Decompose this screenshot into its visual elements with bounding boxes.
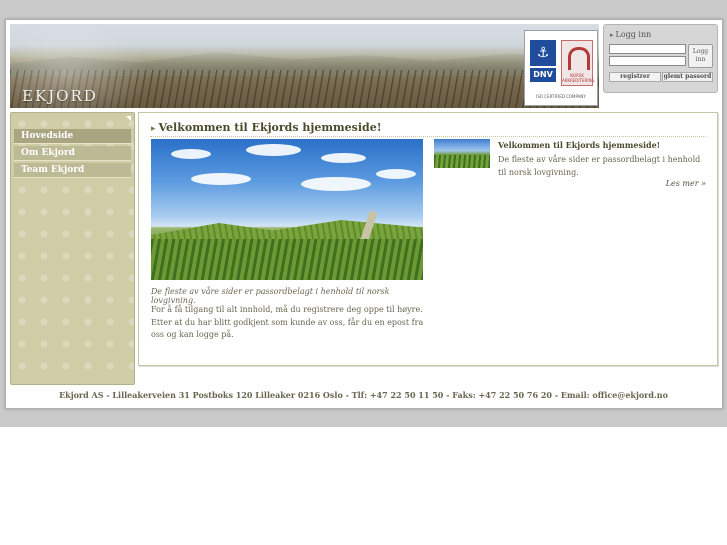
dnv-ship-icon: ⚓ [530,40,556,66]
accreditation-icon [568,47,590,70]
sidebar-item-label: Hovedside [21,131,74,141]
sidebar-item-label: Team Ekjord [21,165,85,175]
cloud-shape [246,144,301,156]
cloud-shape [171,149,211,159]
login-title: Logg inn [610,30,652,39]
dnv-label: DNV [530,68,556,82]
cloud-shape [321,153,366,163]
sidebar-item-om-ekjord[interactable]: Om Ekjord [14,146,131,161]
register-button[interactable]: registrer [609,72,661,82]
username-input[interactable] [609,44,686,54]
hero-caption: De fleste av våre sider er passordbelagt… [151,287,390,305]
intro-text: For å få tilgang til alt innhold, må du … [151,305,424,339]
header-banner: EKJORD [10,24,599,108]
certification-badge: ⚓ DNV NORSK AKKREDITERING ISO CERTIFIED … [524,30,598,106]
cloud-shape [301,177,371,191]
login-panel: Logg inn Logg inn registrer glemt passor… [603,24,718,93]
login-button[interactable]: Logg inn [688,44,713,68]
cloud-shape [191,173,251,185]
accreditation-logo: NORSK AKKREDITERING [561,40,595,86]
footer-contact: Ekjord AS - Lilleakerveien 31 Postboks 1… [59,390,668,400]
title-divider [150,136,706,137]
site-logo[interactable]: EKJORD [22,87,98,105]
vineyard-rows [151,239,423,280]
sidebar-corner-icon [126,116,131,121]
sidebar-item-label: Om Ekjord [21,148,75,158]
sidebar-item-team-ekjord[interactable]: Team Ekjord [14,163,131,178]
accreditation-text: NORSK AKKREDITERING [562,73,595,83]
cloud-shape [376,169,416,179]
read-more-link[interactable]: Les mer » [666,179,706,188]
news-title[interactable]: Velkommen til Ekjords hjemmeside! [498,140,660,150]
news-text: De fleste av våre sider er passordbelagt… [498,155,701,177]
news-thumbnail[interactable] [434,139,490,168]
certification-footer: ISO CERTIFIED COMPANY [536,94,586,99]
sidebar: Hovedside Om Ekjord Team Ekjord [10,112,135,385]
password-input[interactable] [609,56,686,66]
hero-image [151,139,423,280]
sidebar-item-hovedside[interactable]: Hovedside [14,129,131,144]
forgot-password-button[interactable]: glemt passord [662,72,713,82]
page-title: Velkommen til Ekjords hjemmeside! [151,121,382,134]
